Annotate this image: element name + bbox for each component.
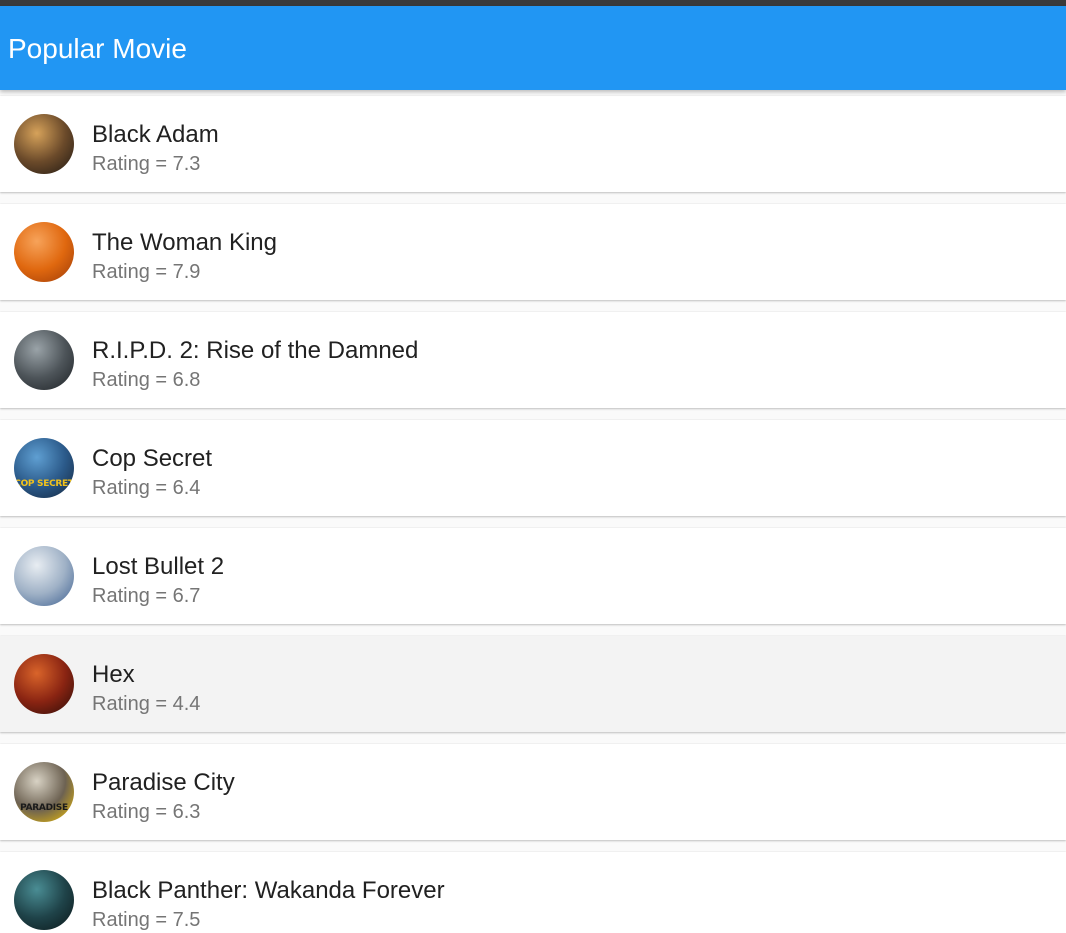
movie-rating: Rating = 7.9 xyxy=(92,260,200,284)
rating-value: 7.3 xyxy=(172,153,201,175)
movie-list-item[interactable]: Hex Rating = 4.4 xyxy=(0,636,1066,732)
rating-label: Rating = xyxy=(92,153,173,175)
movie-title: Cop Secret xyxy=(92,445,213,472)
movie-poster-hex-icon xyxy=(14,654,74,714)
movie-poster-ripd-2-icon xyxy=(14,330,74,390)
movie-rating: Rating = 4.4 xyxy=(92,692,200,716)
rating-label: Rating = xyxy=(92,585,173,607)
movie-title: Hex xyxy=(92,661,135,688)
movie-rating: Rating = 7.3 xyxy=(92,152,200,176)
movie-list-item[interactable]: PARADISE Paradise City Rating = 6.3 xyxy=(0,744,1066,840)
rating-label: Rating = xyxy=(92,261,173,283)
movie-poster-black-panther-wakanda-forever-icon xyxy=(14,870,74,930)
rating-label: Rating = xyxy=(92,477,173,499)
movie-rating: Rating = 7.5 xyxy=(92,908,200,932)
movie-title: Black Adam xyxy=(92,121,219,148)
rating-value: 6.8 xyxy=(172,369,201,391)
movie-poster-lost-bullet-2-icon xyxy=(14,546,74,606)
rating-value: 6.4 xyxy=(172,477,201,499)
movie-rating: Rating = 6.4 xyxy=(92,476,200,500)
app-title: Popular Movie xyxy=(8,33,187,64)
poster-text: PARADISE xyxy=(20,803,68,813)
movie-title: R.I.P.D. 2: Rise of the Damned xyxy=(92,337,419,364)
rating-value: 6.3 xyxy=(172,801,201,823)
movie-title: Black Panther: Wakanda Forever xyxy=(92,877,445,904)
movie-list-item[interactable]: The Woman King Rating = 7.9 xyxy=(0,204,1066,300)
movie-title: Lost Bullet 2 xyxy=(92,553,225,580)
movie-title: Paradise City xyxy=(92,769,235,796)
movie-list[interactable]: Black Adam Rating = 7.3 The Woman King R… xyxy=(0,90,1066,933)
rating-label: Rating = xyxy=(92,693,173,715)
rating-label: Rating = xyxy=(92,369,173,391)
movie-poster-cop-secret-icon: COP SECRET xyxy=(14,438,74,498)
movie-rating: Rating = 6.7 xyxy=(92,584,200,608)
movie-poster-black-adam-icon xyxy=(14,114,74,174)
movie-rating: Rating = 6.8 xyxy=(92,368,200,392)
movie-list-item[interactable]: COP SECRET Cop Secret Rating = 6.4 xyxy=(0,420,1066,516)
rating-label: Rating = xyxy=(92,909,173,931)
rating-label: Rating = xyxy=(92,801,173,823)
poster-text: COP SECRET xyxy=(14,479,74,489)
rating-value: 4.4 xyxy=(172,693,201,715)
movie-list-item[interactable]: Black Adam Rating = 7.3 xyxy=(0,96,1066,192)
movie-poster-the-woman-king-icon xyxy=(14,222,74,282)
rating-value: 7.9 xyxy=(172,261,201,283)
movie-list-item[interactable]: Lost Bullet 2 Rating = 6.7 xyxy=(0,528,1066,624)
rating-value: 7.5 xyxy=(172,909,201,931)
movie-list-item[interactable]: Black Panther: Wakanda Forever Rating = … xyxy=(0,852,1066,933)
rating-value: 6.7 xyxy=(172,585,201,607)
app-bar: Popular Movie xyxy=(0,6,1066,90)
movie-rating: Rating = 6.3 xyxy=(92,800,200,824)
movie-title: The Woman King xyxy=(92,229,277,256)
movie-list-item[interactable]: R.I.P.D. 2: Rise of the Damned Rating = … xyxy=(0,312,1066,408)
movie-poster-paradise-city-icon: PARADISE xyxy=(14,762,74,822)
